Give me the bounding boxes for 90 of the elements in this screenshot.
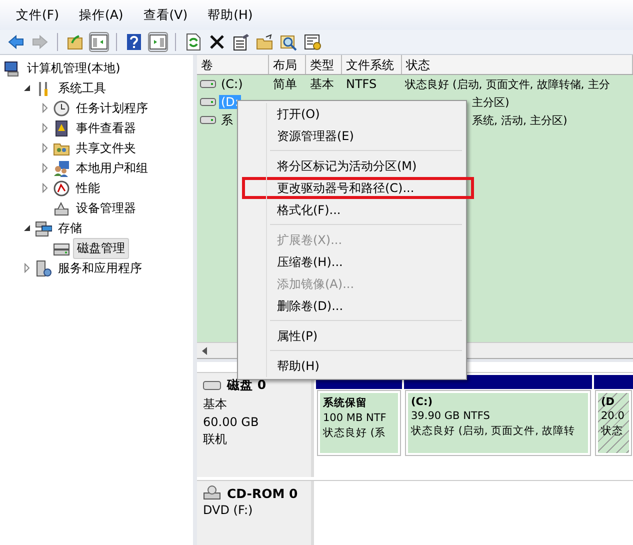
open-icon — [256, 33, 274, 51]
partition-status: 状态 — [601, 424, 624, 438]
help-button[interactable] — [124, 32, 144, 52]
menu-item[interactable]: 查看(V) — [135, 4, 196, 26]
scroll-left-icon[interactable] — [201, 346, 209, 354]
clock-icon — [53, 100, 70, 116]
tree-item[interactable]: 事件查看器 — [73, 118, 139, 138]
partition-name: (C:) — [411, 396, 434, 408]
partition-name: 系统保留 — [323, 396, 368, 410]
tree-item[interactable]: 磁盘管理 — [73, 238, 129, 258]
server-icon — [35, 260, 52, 276]
partition-block[interactable]: (D 20.0 状态 — [596, 391, 631, 455]
column-header[interactable]: 文件系统 — [342, 55, 402, 74]
table-cell-text: 系统, 活动, 主分区) — [471, 112, 568, 128]
properties-button[interactable] — [231, 32, 251, 52]
settings-button[interactable] — [303, 32, 323, 52]
tree-item[interactable]: 性能 — [73, 178, 103, 198]
users-icon — [53, 160, 70, 176]
expand-icon[interactable] — [40, 123, 50, 133]
properties-icon — [232, 33, 250, 51]
computer-icon — [4, 60, 21, 76]
menu-item[interactable]: 资源管理器(E) — [242, 125, 474, 147]
menu-item[interactable]: 属性(P) — [242, 325, 474, 347]
partition-size: 100 MB NTF — [323, 412, 388, 424]
forward-icon — [31, 33, 49, 51]
expand-icon[interactable] — [40, 103, 50, 113]
menu-item[interactable]: 压缩卷(H)... — [242, 251, 474, 273]
drive-icon — [200, 98, 216, 106]
settings-icon — [304, 33, 322, 51]
log-icon — [53, 120, 70, 136]
partition-name: (D — [601, 396, 616, 408]
collapse-icon[interactable] — [22, 83, 32, 93]
expand-icon[interactable] — [22, 263, 32, 273]
menu-item[interactable]: 帮助(H) — [242, 355, 474, 377]
menu-item[interactable]: 帮助(H) — [200, 4, 261, 26]
partition-block[interactable]: 系统保留 100 MB NTF 状态良好 (系 — [318, 391, 400, 455]
menu-item[interactable]: 删除卷(D)... — [242, 295, 474, 317]
tree-item[interactable]: 任务计划程序 — [73, 98, 151, 118]
help-icon — [125, 33, 143, 51]
volume-name[interactable]: (C:) — [219, 77, 245, 91]
tree-item[interactable]: 服务和应用程序 — [55, 258, 145, 278]
expand-icon[interactable] — [40, 163, 50, 173]
gauge-icon — [53, 180, 70, 196]
table-cell-text: 主分区) — [471, 94, 510, 110]
partition-size: 39.90 GB NTFS — [411, 410, 491, 422]
table-cell-text: NTFS — [345, 77, 378, 91]
menu-item[interactable]: 更改驱动器号和路径(C)... — [242, 177, 474, 199]
back-icon — [7, 33, 25, 51]
delete-icon — [208, 33, 226, 51]
disk-info: DVD (F:) — [203, 503, 254, 517]
back-button[interactable] — [6, 32, 26, 52]
column-header[interactable]: 类型 — [306, 55, 342, 74]
drive-icon — [200, 80, 216, 88]
tree-item[interactable]: 计算机管理(本地) — [24, 58, 124, 78]
menu-item[interactable]: 打开(O) — [242, 103, 474, 125]
partition-header-bar — [594, 375, 633, 389]
drive-icon — [200, 116, 216, 124]
tree-item[interactable]: 设备管理器 — [73, 198, 139, 218]
partition-status: 状态良好 (启动, 页面文件, 故障转 — [411, 424, 576, 438]
column-header[interactable]: 卷 — [197, 55, 269, 74]
table-cell-text: 简单 — [272, 76, 298, 92]
storage-icon — [35, 220, 52, 236]
device-icon — [53, 200, 70, 216]
menu-item[interactable]: 操作(A) — [70, 4, 132, 26]
refresh-icon — [184, 33, 202, 51]
tree-item[interactable]: 存储 — [55, 218, 85, 238]
tree-item[interactable]: 共享文件夹 — [73, 138, 139, 158]
menu-item[interactable]: 文件(F) — [8, 4, 67, 26]
volume-name[interactable]: 系 — [219, 112, 235, 128]
table-cell-text: 基本 — [309, 76, 335, 92]
table-cell-text: 状态良好 (启动, 页面文件, 故障转储, 主分 — [404, 76, 611, 92]
open-button[interactable] — [255, 32, 275, 52]
partition-status: 状态良好 (系 — [323, 426, 386, 440]
disk-info: 基本 — [203, 396, 228, 413]
disk-name: CD-ROM 0 — [227, 486, 298, 500]
column-header[interactable]: 布局 — [269, 55, 306, 74]
tree-item[interactable]: 本地用户和组 — [73, 158, 151, 178]
menu-item[interactable]: 将分区标记为活动分区(M) — [242, 155, 474, 177]
collapse-icon[interactable] — [22, 223, 32, 233]
search-icon — [280, 33, 298, 51]
column-header[interactable]: 状态 — [402, 55, 633, 74]
expand-icon[interactable] — [40, 183, 50, 193]
disk-info: 联机 — [203, 431, 228, 448]
partition-block[interactable]: (C:) 39.90 GB NTFS 状态良好 (启动, 页面文件, 故障转 — [406, 391, 590, 455]
cd-drive-icon — [203, 485, 221, 501]
disk-info: 60.00 GB — [203, 415, 260, 429]
menu-item[interactable]: 格式化(F)... — [242, 199, 474, 221]
tree-item[interactable]: 系统工具 — [55, 78, 109, 98]
partition-size: 20.0 — [601, 410, 626, 422]
expand-icon[interactable] — [40, 143, 50, 153]
